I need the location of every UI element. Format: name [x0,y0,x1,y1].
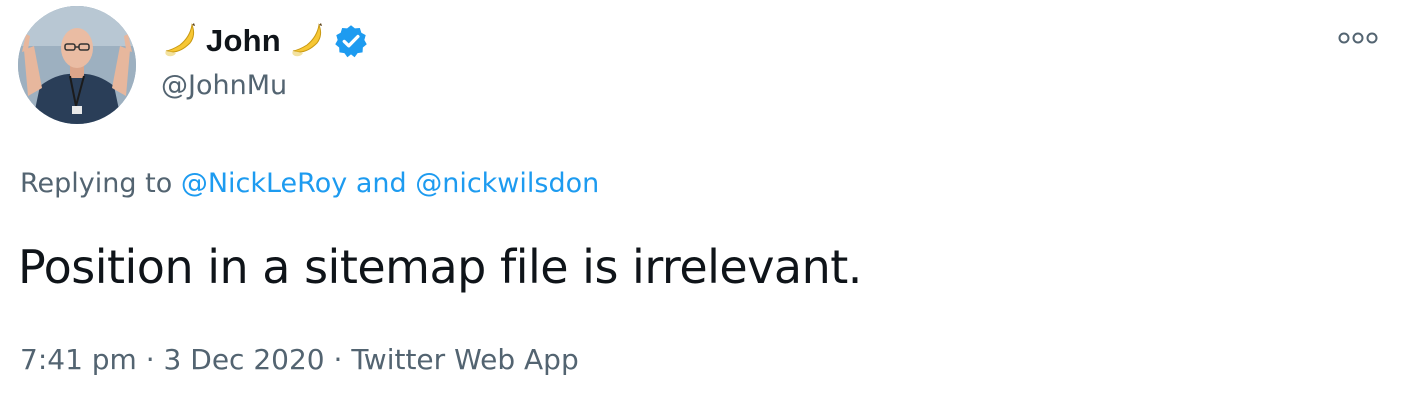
replying-to-line: Replying to @NickLeRoy and @nickwilsdon [20,168,599,199]
more-dots-icon [1338,32,1378,44]
mention-link[interactable]: @nickwilsdon [415,168,599,199]
more-options-button[interactable] [1330,24,1386,52]
tweet-date[interactable]: 3 Dec 2020 [164,343,325,376]
author-handle[interactable]: @JohnMu [161,70,287,101]
tweet-text: Position in a sitemap file is irrelevant… [18,240,862,294]
banana-icon [160,21,200,61]
tweet-timestamp[interactable]: 7:41 pm [20,343,137,376]
author-name-row[interactable]: John [160,18,369,64]
meta-separator: · [333,343,343,376]
mention-link[interactable]: @NickLeRoy [181,168,347,199]
tweet-meta: 7:41 pm · 3 Dec 2020 · Twitter Web App [20,343,579,376]
mention-joiner[interactable]: and [356,168,407,199]
avatar-photo [18,6,136,124]
replying-prefix: Replying to [20,168,173,199]
author-display-name[interactable]: John [206,23,281,59]
avatar[interactable] [18,6,136,124]
tweet-source[interactable]: Twitter Web App [351,343,578,376]
verified-badge-icon [333,23,369,59]
banana-icon [287,21,327,61]
meta-separator: · [145,343,155,376]
tweet-card: John @JohnMu Replying to @NickLeRoy and … [0,0,1402,405]
